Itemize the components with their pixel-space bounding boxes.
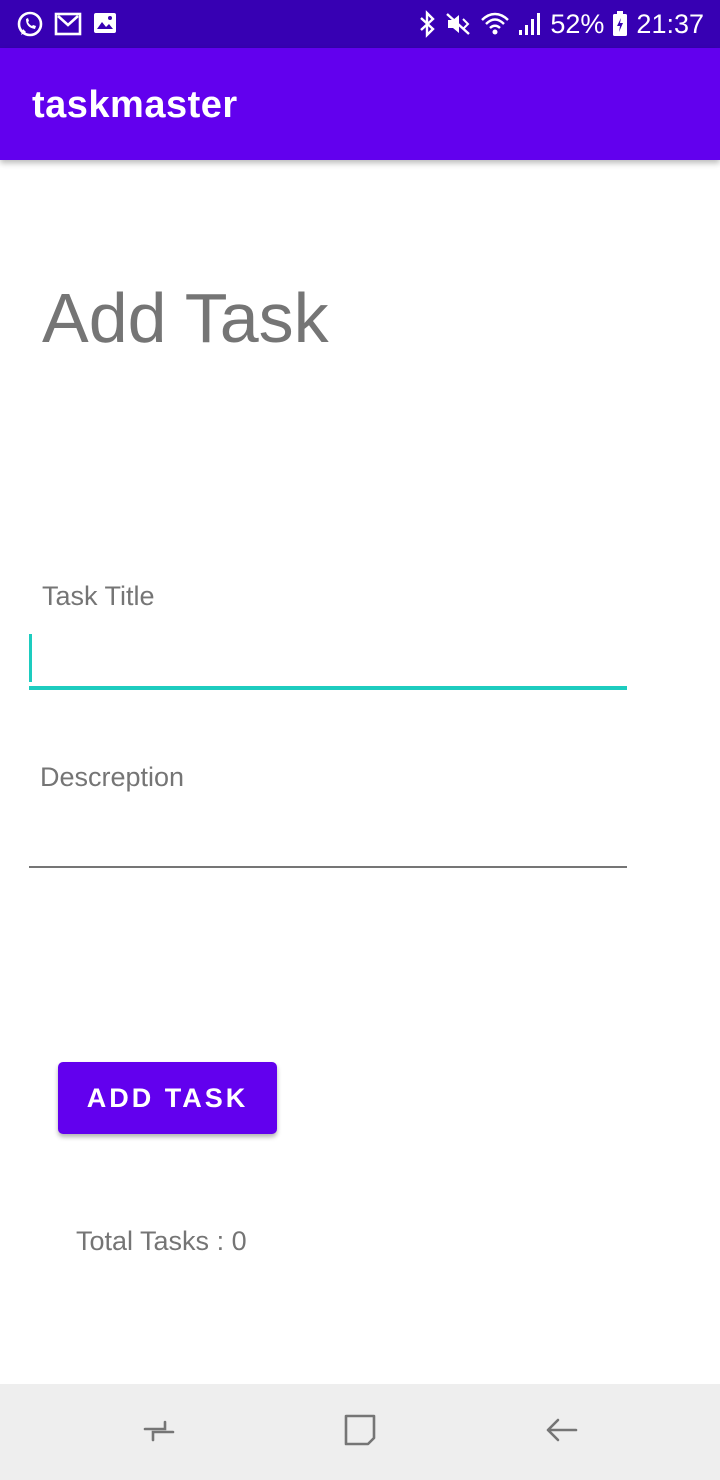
home-button[interactable] [338, 1410, 382, 1454]
text-cursor [29, 634, 32, 682]
total-tasks-text: Total Tasks : 0 [76, 1226, 247, 1256]
mute-icon [444, 10, 472, 38]
clock: 21:37 [636, 8, 704, 39]
task-title-input[interactable] [29, 628, 627, 690]
whatsapp-icon [16, 10, 44, 38]
signal-icon [518, 10, 542, 38]
image-icon [92, 10, 118, 38]
recent-apps-icon [139, 1410, 179, 1455]
recent-apps-button[interactable] [137, 1410, 181, 1454]
home-icon [340, 1410, 380, 1455]
wifi-icon [480, 10, 510, 38]
bluetooth-icon [418, 10, 436, 38]
app-bar: taskmaster [0, 48, 720, 160]
battery-icon [612, 10, 628, 38]
status-notifications [16, 10, 118, 38]
navigation-bar [0, 1384, 720, 1480]
battery-percent: 52% [550, 8, 605, 39]
task-title-label: Task Title [42, 581, 155, 611]
gmail-icon [54, 10, 82, 38]
page-title: Add Task [42, 279, 329, 357]
status-system: 52% 21:37 [418, 0, 704, 48]
app-title: taskmaster [32, 84, 238, 126]
status-bar: 52% 21:37 [0, 0, 720, 48]
add-task-button[interactable]: ADD TASK [58, 1062, 277, 1134]
description-label: Descreption [40, 762, 185, 792]
back-icon [542, 1410, 582, 1455]
description-input[interactable] [29, 814, 627, 868]
back-button[interactable] [540, 1410, 584, 1454]
